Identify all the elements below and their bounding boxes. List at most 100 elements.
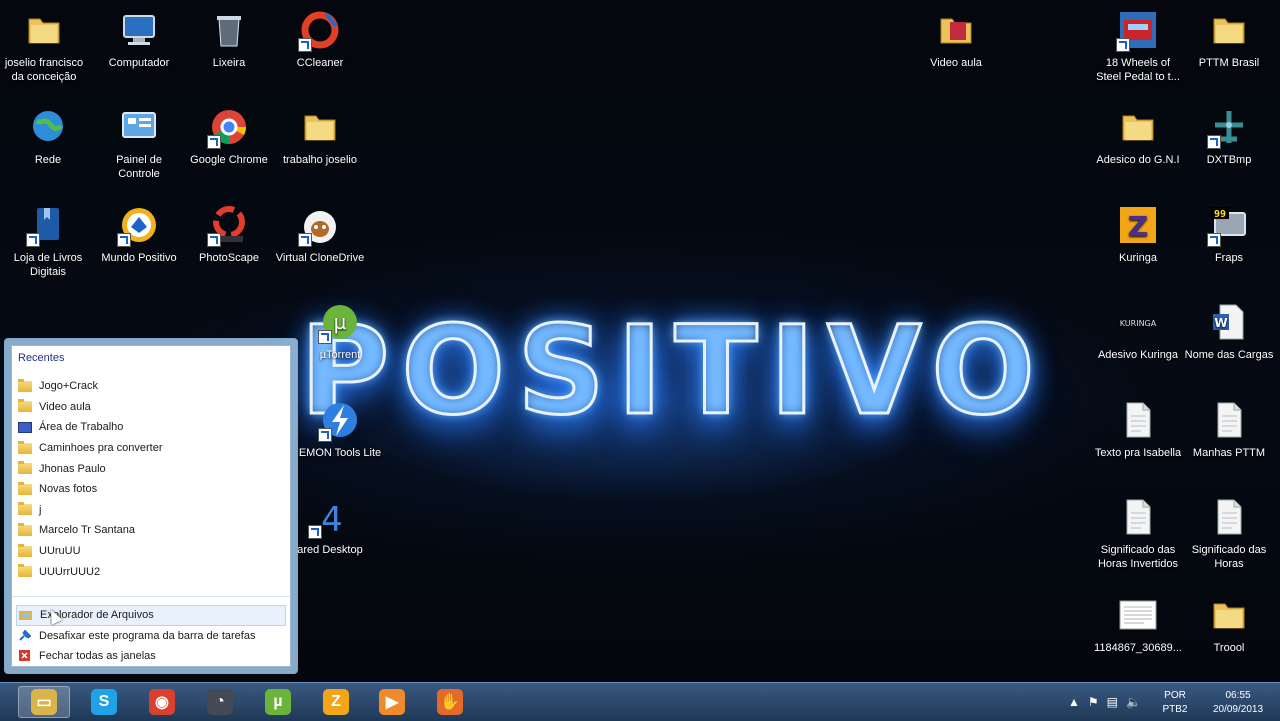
desktop-icon-rede[interactable]: Rede [3,101,93,167]
taskbar-button-kuringa[interactable]: Z [310,686,362,718]
recent-item[interactable]: UUUrrUUU2 [18,561,163,582]
show-hidden-icons-chevron-icon[interactable]: ▲ [1068,695,1080,709]
desktop-icon-label: Computador [108,57,170,69]
shortcut-arrow-icon [117,233,131,247]
taskbar-button-photoscape[interactable]: ◔ [194,686,246,718]
taskbar: ▭ S ◉ ◔ µ Z ▶ ✋ ▲ ⚑ ▤ 🔈 POR PTB2 06:55 20/09/20… [0,682,1280,721]
volume-icon[interactable]: 🔈 [1126,695,1141,709]
svg-text:99: 99 [1214,209,1226,220]
computer-icon [119,10,159,50]
desktop-icon-photoscape[interactable]: PhotoScape [184,199,274,265]
airplane-icon [1207,107,1249,149]
desktop-icon-chrome[interactable]: Google Chrome [184,101,274,167]
action-center-flag-icon[interactable]: ⚑ [1088,695,1099,709]
recent-item[interactable]: Video aula [18,397,163,418]
ccleaner-icon [298,10,340,52]
taskbar-button-utorrent[interactable]: µ [252,686,304,718]
recent-item-label: Jogo+Crack [39,380,99,393]
desktop-icon-nomecargas[interactable]: W Nome das Cargas [1184,296,1274,362]
recent-item[interactable]: Jogo+Crack [18,376,163,397]
folder-icon [18,522,32,536]
folder-icon [18,564,32,578]
desktop-icon-joselio[interactable]: joselio francisco da conceição [0,4,89,84]
recent-item[interactable]: Caminhoes pra converter [18,438,163,459]
kuringa-z-icon: Z [1118,205,1158,245]
close-all-windows-action[interactable]: Fechar todas as janelas [16,646,286,667]
recent-item[interactable]: Jhonas Paulo [18,458,163,479]
clonedrive-sheep-icon [298,205,340,247]
desktop-icon-label: Adesivo Kuringa [1097,349,1179,361]
desktop-icon-dxtbmp[interactable]: DXTBmp [1184,101,1274,167]
folder-icon [1209,595,1249,635]
language-indicator[interactable]: POR PTB2 [1158,689,1192,717]
desktop-icon-img1184867[interactable]: 1184867_30689... [1093,589,1183,655]
desktop-icon-label: 1184867_30689... [1094,642,1182,654]
desktop-icon-ccleaner[interactable]: CCleaner [275,4,365,70]
desktop-icon-pttm[interactable]: PTTM Brasil [1184,4,1274,70]
taskbar-button-hand-app[interactable]: ✋ [424,686,476,718]
keyboard-layout: PTB2 [1162,704,1188,715]
desktop-icon-clonedrive[interactable]: Virtual CloneDrive [275,199,365,265]
taskbar-button-chrome[interactable]: ◉ [136,686,188,718]
svg-text:W: W [1214,316,1227,330]
desktop-icon-adesico[interactable]: Adesico do G.N.I [1093,101,1183,167]
desktop-icon-sighoras[interactable]: Significado das Horas [1184,491,1274,571]
clock[interactable]: 06:55 20/09/2013 [1202,689,1274,717]
taskbar-button-media-player[interactable]: ▶ [366,686,418,718]
recent-item-label: Novas fotos [39,483,98,496]
desktop-icon-label: 18 Wheels of Steel Pedal to t... [1096,57,1180,83]
desktop-icon-lixeira[interactable]: Lixeira [184,4,274,70]
desktop-icon-fraps[interactable]: 99 Fraps [1184,199,1274,265]
desktop-icon-label: Significado das Horas Invertidos [1097,544,1179,570]
shortcut-arrow-icon [318,428,332,442]
desktop-icon-mundo[interactable]: Mundo Positivo [94,199,184,265]
recent-item[interactable]: Marcelo Tr Santana [18,520,163,541]
text-document-icon [1209,497,1249,537]
desktop-icon-sighorasinv[interactable]: Significado das Horas Invertidos [1093,491,1183,571]
desktop-icon-18wheels[interactable]: 18 Wheels of Steel Pedal to t... [1093,4,1183,84]
taskbar-button-skype[interactable]: S [78,686,130,718]
desktop-icon-label: Loja de Livros Digitais [13,252,83,278]
desktop-icon-videoaula[interactable]: Video aula [911,4,1001,70]
desktop-icon-manhas[interactable]: Manhas PTTM [1184,394,1274,460]
desktop-icon-textoisabella[interactable]: Texto pra Isabella [1093,394,1183,460]
desktop-icon-adesivo[interactable]: KURINGA Adesivo Kuringa [1093,296,1183,362]
book-icon [26,205,68,247]
recent-item[interactable]: Novas fotos [18,479,163,500]
recent-item[interactable]: j [18,500,163,521]
shortcut-arrow-icon [298,233,312,247]
desktop-icon-label: PTTM Brasil [1198,57,1260,69]
desktop-icon-label: Nome das Cargas [1184,349,1274,361]
desktop-icon-daemon[interactable]: EMON Tools Lite [295,394,385,460]
taskbar-button-file-explorer[interactable]: ▭ [18,686,70,718]
chrome-icon: ◉ [149,689,175,715]
daemon-tools-icon [318,400,360,442]
desktop-icon-livros[interactable]: Loja de Livros Digitais [3,199,93,279]
desktop-icon-label: ared Desktop [297,544,363,556]
word-document-icon: W [1209,302,1249,342]
desktop-icon-shared[interactable]: 4 ared Desktop [285,491,375,557]
explorer-icon [19,609,40,621]
recent-items-list: Jogo+Crack Video aula Área de Trabalho Cami… [18,376,163,582]
desktop-icon-kuringa[interactable]: Z Kuringa [1093,199,1183,265]
jump-list-divider [12,596,290,597]
desktop-icon-troool[interactable]: Troool [1184,589,1274,655]
kuringa-z-icon: Z [323,689,349,715]
network-status-icon[interactable]: ▤ [1107,695,1118,709]
shared-desktop-icon: 4 [308,497,350,539]
tray-icons: ▲ ⚑ ▤ 🔈 [1068,695,1141,709]
recent-item-label: Caminhoes pra converter [39,442,163,455]
recent-item[interactable]: UUruUU [18,541,163,562]
skype-icon: S [91,689,117,715]
folder-icon [1209,10,1249,50]
desktop-icon-computador[interactable]: Computador [94,4,184,70]
unpin-program-action[interactable]: Desafixar este programa da barra de tare… [16,626,286,647]
image-thumbnail-icon [1118,595,1158,635]
shortcut-arrow-icon [207,135,221,149]
recent-item[interactable]: Área de Trabalho [18,417,163,438]
shortcut-arrow-icon [1116,38,1130,52]
close-red-icon [18,650,39,662]
desktop-icon-utorrent[interactable]: µ µTorrent [295,296,385,362]
desktop-icon-trabalho[interactable]: trabalho joselio [275,101,365,167]
desktop-icon-painel[interactable]: Painel de Controle [94,101,184,181]
